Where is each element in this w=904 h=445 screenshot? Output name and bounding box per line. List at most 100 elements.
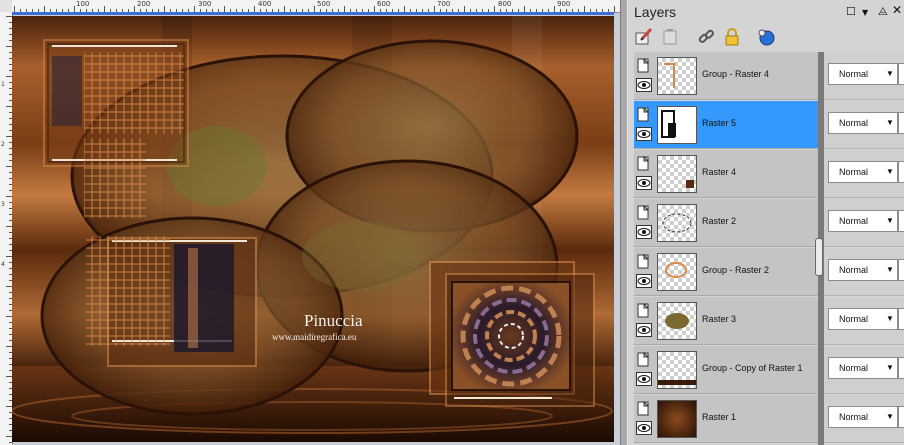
layer-thumbnail[interactable]	[657, 155, 697, 193]
blend-mode-cell: Normal ▼	[824, 297, 904, 345]
blend-mode-value: Normal	[839, 412, 869, 422]
layer-lock-icon[interactable]	[637, 400, 651, 417]
ruler-label: 3	[1, 201, 5, 208]
panel-title: Layers	[634, 4, 677, 20]
layer-row[interactable]: Group - Raster 2	[634, 248, 818, 296]
layer-lock-icon[interactable]	[637, 106, 651, 123]
properties-brush-icon[interactable]	[634, 27, 654, 47]
blend-mode-select[interactable]: Normal ▼	[828, 63, 898, 85]
layer-row[interactable]: Raster 4	[634, 150, 818, 198]
link-icon[interactable]	[696, 27, 716, 47]
artwork-svg: Pinuccia www.maidiregrafica.eu	[12, 16, 614, 442]
blend-mode-select[interactable]: Normal ▼	[828, 406, 898, 428]
blend-mode-select[interactable]: Normal ▼	[828, 210, 898, 232]
lock-icon[interactable]	[722, 27, 742, 47]
blend-mode-select[interactable]: Normal ▼	[828, 112, 898, 134]
opacity-field[interactable]	[898, 357, 904, 379]
close-icon[interactable]: ✕	[892, 3, 902, 17]
layer-name: Group - Copy of Raster 1	[702, 363, 803, 373]
visibility-eye-icon[interactable]	[636, 78, 652, 92]
layer-name: Raster 2	[702, 216, 737, 226]
chevron-down-icon: ▼	[886, 265, 894, 274]
layers-toolbar	[628, 24, 904, 52]
blend-mode-select[interactable]: Normal ▼	[828, 357, 898, 379]
delete-layer-icon[interactable]	[660, 27, 680, 47]
blend-mode-value: Normal	[839, 265, 869, 275]
layer-row[interactable]: Group - Copy of Raster 1	[634, 346, 818, 394]
layer-row[interactable]: Raster 3	[634, 297, 818, 345]
blend-mode-select[interactable]: Normal ▼	[828, 259, 898, 281]
layer-row[interactable]: Raster 5	[634, 101, 818, 149]
blend-mode-value: Normal	[839, 69, 869, 79]
layer-thumbnail[interactable]	[657, 204, 697, 242]
layer-name: Raster 5	[702, 118, 737, 128]
visibility-eye-icon[interactable]	[636, 421, 652, 435]
chevron-down-icon: ▼	[886, 314, 894, 323]
layer-name: Group - Raster 4	[702, 69, 770, 79]
chevron-down-icon: ▼	[886, 167, 894, 176]
blend-mode-cell: Normal ▼	[824, 101, 904, 149]
watermark-site: www.maidiregrafica.eu	[272, 332, 357, 342]
ruler-label: 600	[377, 0, 391, 8]
chevron-down-icon: ▼	[886, 412, 894, 421]
ruler-label: 100	[76, 0, 90, 8]
blend-mode-cell: Normal ▼	[824, 346, 904, 394]
pin-icon[interactable]: ⨺	[878, 5, 888, 19]
chevron-down-icon: ▼	[886, 118, 894, 127]
layer-lock-icon[interactable]	[637, 351, 651, 368]
layer-lock-icon[interactable]	[637, 155, 651, 172]
layer-thumbnail[interactable]	[657, 106, 697, 144]
visibility-eye-icon[interactable]	[636, 323, 652, 337]
layer-lock-icon[interactable]	[637, 204, 651, 221]
ruler-label: 2	[1, 141, 5, 148]
layer-lock-icon[interactable]	[637, 57, 651, 74]
ruler-label: 500	[317, 0, 331, 8]
canvas-area[interactable]: 100 200 300 400 500 600 700 800 900 1 2 …	[0, 0, 620, 445]
visibility-eye-icon[interactable]	[636, 225, 652, 239]
layers-panel-header: Layers ☐ ▼ ⨺ ✕	[628, 0, 904, 24]
layers-panel: Layers ☐ ▼ ⨺ ✕ Group - Raster 4 Raster 5 R…	[628, 0, 904, 445]
artwork-image[interactable]: Pinuccia www.maidiregrafica.eu	[12, 16, 614, 442]
layer-name: Raster 3	[702, 314, 737, 324]
watermark-name: Pinuccia	[304, 311, 363, 330]
blend-mode-cell: Normal ▼	[824, 150, 904, 198]
dropdown-icon[interactable]: ▼	[862, 8, 868, 17]
panel-splitter[interactable]	[620, 0, 628, 445]
opacity-field[interactable]	[898, 161, 904, 183]
layer-thumbnail[interactable]	[657, 400, 697, 438]
ruler-label: 300	[198, 0, 212, 8]
mask-icon[interactable]	[756, 27, 776, 47]
blend-mode-value: Normal	[839, 314, 869, 324]
blend-mode-select[interactable]: Normal ▼	[828, 308, 898, 330]
layer-thumbnail[interactable]	[657, 253, 697, 291]
opacity-field[interactable]	[898, 210, 904, 232]
opacity-field[interactable]	[898, 406, 904, 428]
layer-row[interactable]: Raster 2	[634, 199, 818, 247]
maximize-icon[interactable]: ☐	[846, 5, 856, 18]
opacity-field[interactable]	[898, 112, 904, 134]
visibility-eye-icon[interactable]	[636, 372, 652, 386]
panel-resize-grip[interactable]	[815, 238, 823, 276]
layer-row[interactable]: Group - Raster 4	[634, 52, 818, 100]
visibility-eye-icon[interactable]	[636, 274, 652, 288]
opacity-field[interactable]	[898, 259, 904, 281]
visibility-eye-icon[interactable]	[636, 176, 652, 190]
layer-lock-icon[interactable]	[637, 302, 651, 319]
layer-thumbnail[interactable]	[657, 302, 697, 340]
opacity-field[interactable]	[898, 63, 904, 85]
blend-mode-select[interactable]: Normal ▼	[828, 161, 898, 183]
blend-mode-cell: Normal ▼	[824, 248, 904, 296]
blend-mode-value: Normal	[839, 167, 869, 177]
layer-thumbnail[interactable]	[657, 351, 697, 389]
chevron-down-icon: ▼	[886, 216, 894, 225]
visibility-eye-icon[interactable]	[636, 127, 652, 141]
layer-name: Group - Raster 2	[702, 265, 770, 275]
image-top-border	[12, 12, 614, 15]
opacity-field[interactable]	[898, 308, 904, 330]
layer-lock-icon[interactable]	[637, 253, 651, 270]
layer-row[interactable]: Raster 1	[634, 395, 818, 443]
ruler-tick	[614, 6, 615, 12]
ruler-label: 900	[557, 0, 571, 8]
ruler-label: 800	[498, 0, 512, 8]
layer-thumbnail[interactable]	[657, 57, 697, 95]
